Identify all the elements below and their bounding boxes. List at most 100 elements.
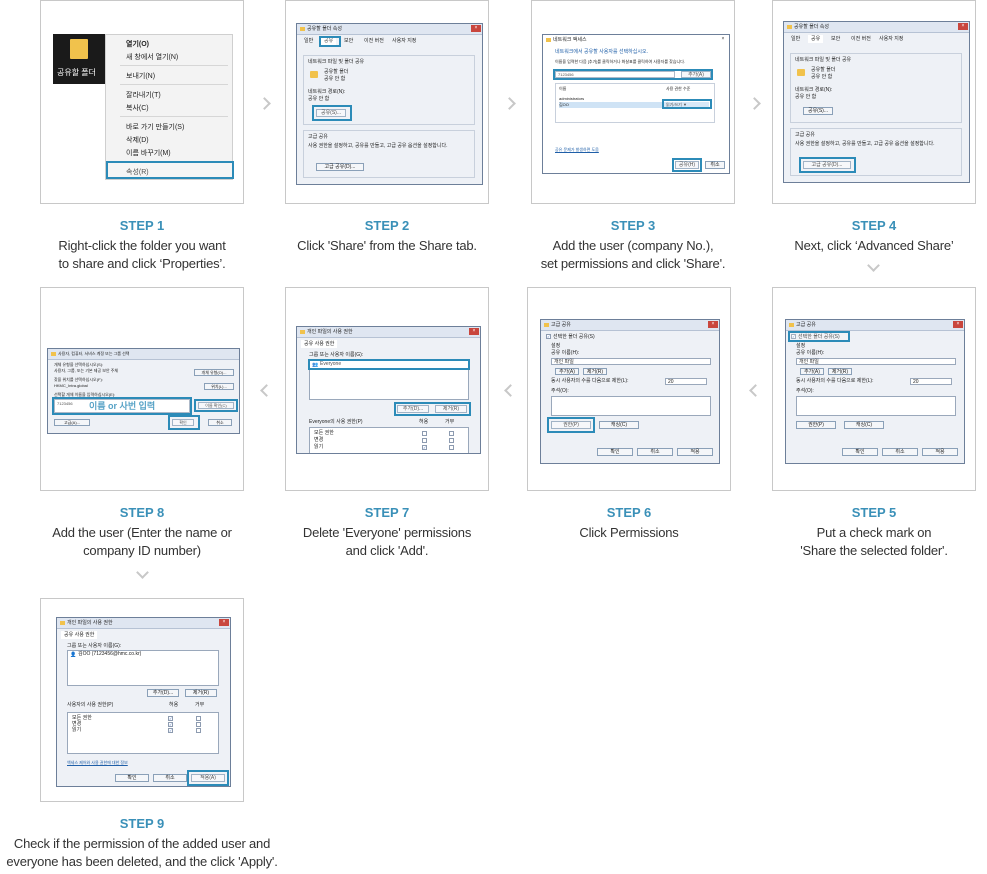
folder-icon (797, 69, 805, 76)
close-icon[interactable]: × (708, 321, 718, 328)
list-item-user[interactable]: 김OO (7123456@hmc.co.kr) (78, 651, 141, 658)
properties-dialog: 공유할 폴더 속성 × 일반 공유 보안 이전 버전 사용자 지정 네트워크 파… (783, 21, 970, 183)
tab-share-permissions[interactable]: 공유 사용 권한 (61, 631, 98, 639)
remove-button[interactable]: 제거(R) (185, 689, 217, 697)
settings-label: 설정 (551, 343, 561, 349)
allow-checkbox[interactable]: ✓ (168, 716, 173, 721)
advanced-share-button[interactable]: 고급 공유(D)... (316, 163, 364, 171)
user-icon: 👤 (70, 652, 77, 658)
share-folder-checkbox[interactable]: ✓ (546, 334, 551, 339)
network-access-dialog: 네트워크 액세스 × 네트워크에서 공유할 사용자를 선택하십시오. 이름을 입… (542, 34, 730, 174)
menu-send-to[interactable]: 보내기(N) (126, 71, 155, 81)
allow-checkbox[interactable] (422, 438, 427, 443)
allow-checkbox[interactable] (422, 431, 427, 436)
allow-checkbox[interactable]: ✓ (168, 728, 173, 733)
caching-button[interactable]: 캐싱(C) (599, 421, 639, 429)
deny-header: 거부 (445, 419, 455, 425)
allow-checkbox[interactable]: ✓ (422, 445, 427, 450)
tab-previous[interactable]: 이전 버전 (361, 37, 387, 45)
menu-delete[interactable]: 삭제(D) (126, 135, 149, 145)
comment-input[interactable] (551, 396, 711, 416)
tab-share-permissions[interactable]: 공유 사용 권한 (301, 340, 338, 348)
cancel-button[interactable]: 취소 (705, 161, 725, 169)
remove-button[interactable]: 제거(R) (828, 368, 852, 375)
advanced-button[interactable]: 고급(A)... (54, 419, 90, 426)
menu-rename[interactable]: 이름 바꾸기(M) (126, 148, 171, 158)
deny-checkbox[interactable] (196, 716, 201, 721)
tab-general[interactable]: 일반 (788, 35, 803, 43)
dialog-title: 사용자, 컴퓨터, 서비스 계정 또는 그룹 선택 (48, 349, 239, 360)
col-name-header: 이름 (559, 86, 567, 91)
menu-create-shortcut[interactable]: 바로 가기 만들기(S) (126, 122, 184, 132)
apply-button[interactable]: 적용 (922, 448, 958, 456)
add-button[interactable]: 추가(A) (555, 368, 579, 375)
menu-open[interactable]: 열기(O) (126, 39, 149, 49)
tab-security[interactable]: 보안 (341, 37, 356, 45)
step-label: STEP 6 (606, 505, 652, 520)
deny-checkbox[interactable] (449, 445, 454, 450)
dialog-title: 공유할 폴더 속성 (784, 22, 969, 33)
add-button[interactable]: 추가(D)... (147, 689, 179, 697)
menu-open-new-window[interactable]: 새 창에서 열기(N) (126, 52, 178, 62)
permissions-button[interactable]: 권한(P) (796, 421, 836, 429)
menu-cut[interactable]: 잘라내기(T) (126, 90, 161, 100)
perm-label: Everyone의 사용 권한(P) (309, 419, 363, 425)
step1-card: 공유할 폴더 열기(O) 새 창에서 열기(N) 보내기(N) 잘라내기(T) … (40, 0, 244, 204)
limit-input[interactable]: 20 (665, 378, 707, 385)
permissions-dialog: 개인 파일의 사용 권한 × 공유 사용 권한 그룹 또는 사용자 이름(G):… (296, 326, 481, 454)
step-label: STEP 5 (851, 505, 897, 520)
close-icon[interactable]: × (718, 36, 728, 43)
close-icon[interactable]: × (469, 328, 479, 335)
group-title: 네트워크 파일 및 폴더 공유 (795, 57, 852, 63)
cancel-button[interactable]: 취소 (153, 774, 187, 782)
share-name-select[interactable]: 개인 파일 (551, 358, 711, 365)
tab-share[interactable]: 공유 (808, 35, 824, 43)
chevron-right-icon (748, 97, 761, 110)
chevron-left-icon (260, 384, 273, 397)
menu-copy[interactable]: 복사(C) (126, 103, 149, 113)
deny-checkbox[interactable] (196, 722, 201, 727)
tab-previous[interactable]: 이전 버전 (848, 35, 874, 43)
apply-button[interactable]: 적용 (677, 448, 713, 456)
limit-input[interactable]: 20 (910, 378, 952, 385)
locations-button[interactable]: 위치(L)... (204, 383, 234, 390)
cancel-button[interactable]: 취소 (208, 419, 232, 426)
tab-security[interactable]: 보안 (828, 35, 843, 43)
cancel-button[interactable]: 취소 (882, 448, 918, 456)
add-button[interactable]: 추가(A) (800, 368, 824, 375)
net-path-label: 네트워크 경로(N): (308, 89, 346, 95)
desc-line: Put a check mark on (816, 525, 932, 540)
menu-separator (120, 65, 228, 66)
ok-button[interactable]: 확인 (597, 448, 633, 456)
share-name-select[interactable]: 개인 파일 (796, 358, 956, 365)
cancel-button[interactable]: 취소 (637, 448, 673, 456)
tab-custom[interactable]: 사용자 지정 (876, 35, 906, 43)
share-button[interactable]: 공유(S)... (803, 107, 833, 115)
deny-checkbox[interactable] (449, 438, 454, 443)
comment-input[interactable] (796, 396, 956, 416)
perm-row-label: 읽기 (72, 727, 82, 733)
desc-line: 'Share the selected folder'. (800, 543, 948, 558)
folder-icon (70, 39, 88, 59)
caching-button[interactable]: 캐싱(C) (844, 421, 884, 429)
step3-card: 네트워크 액세스 × 네트워크에서 공유할 사용자를 선택하십시오. 이름을 입… (531, 0, 735, 204)
net-path-value: 공유 안 함 (308, 96, 330, 102)
help-link[interactable]: 공유 문제가 발생하면 도움 (555, 147, 599, 153)
step-label: STEP 1 (119, 218, 165, 233)
object-types-button[interactable]: 개체 유형(O)... (194, 369, 234, 376)
tab-general[interactable]: 일반 (301, 37, 316, 45)
tab-custom[interactable]: 사용자 지정 (389, 37, 419, 45)
remove-button[interactable]: 제거(R) (583, 368, 607, 375)
menu-separator (120, 84, 228, 85)
close-icon[interactable]: × (471, 25, 481, 32)
close-icon[interactable]: × (958, 23, 968, 30)
access-control-link[interactable]: 액세스 제어와 사용 권한에 대한 정보 (67, 760, 128, 766)
allow-checkbox[interactable]: ✓ (168, 722, 173, 727)
deny-checkbox[interactable] (196, 728, 201, 733)
close-icon[interactable]: × (219, 619, 229, 626)
highlight-share-folder (788, 331, 850, 342)
deny-checkbox[interactable] (449, 431, 454, 436)
close-icon[interactable]: × (953, 321, 963, 328)
ok-button[interactable]: 확인 (842, 448, 878, 456)
ok-button[interactable]: 확인 (115, 774, 149, 782)
